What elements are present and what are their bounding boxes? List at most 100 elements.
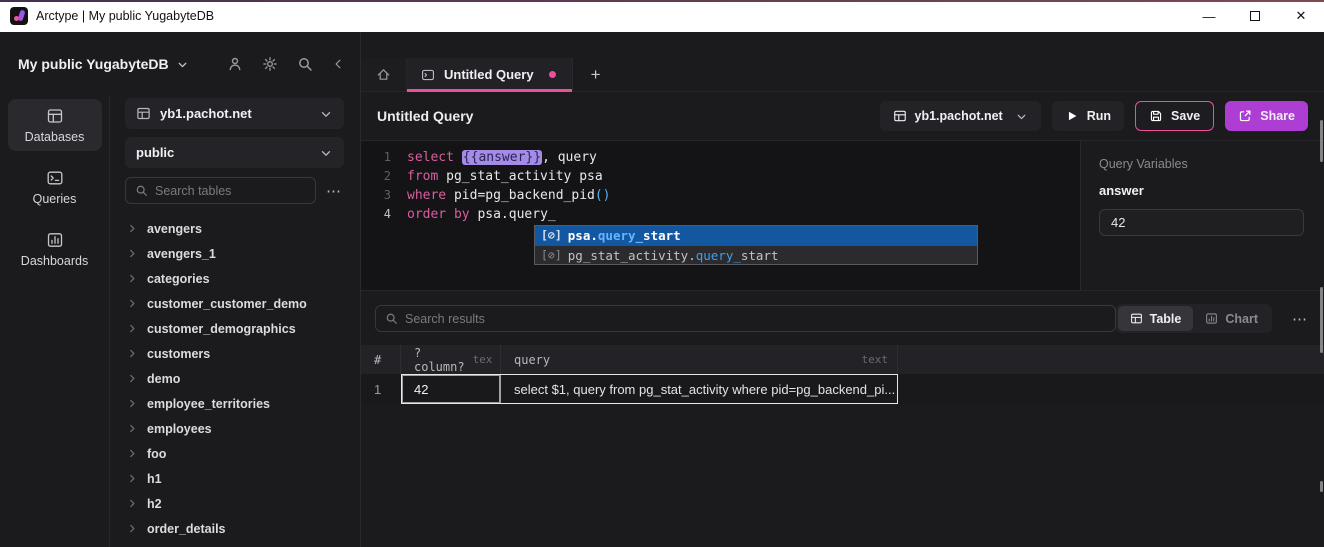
table-name: customer_demographics bbox=[147, 322, 296, 336]
view-chart-button[interactable]: Chart bbox=[1193, 306, 1270, 331]
table-list-item[interactable]: customers bbox=[125, 341, 344, 366]
query-connection-dropdown[interactable]: yb1.pachot.net bbox=[880, 101, 1041, 131]
tab-home[interactable] bbox=[361, 58, 407, 91]
table-list-item[interactable]: orders bbox=[125, 541, 344, 547]
code-line[interactable]: 2from pg_stat_activity psa bbox=[361, 167, 1080, 186]
code-line[interactable]: 1select {{answer}}, query bbox=[361, 148, 1080, 167]
column-header[interactable]: ?column?tex bbox=[401, 345, 501, 374]
table-list-item[interactable]: order_details bbox=[125, 516, 344, 541]
sidebar-item-queries[interactable]: Queries bbox=[8, 161, 102, 213]
table-list-item[interactable]: demo bbox=[125, 366, 344, 391]
code-segment: , query bbox=[542, 150, 597, 165]
run-button[interactable]: Run bbox=[1052, 101, 1124, 131]
code-segment: pg_stat_activity psa bbox=[446, 169, 603, 184]
search-icon bbox=[385, 312, 398, 325]
table-list-item[interactable]: customer_customer_demo bbox=[125, 291, 344, 316]
maximize-button[interactable] bbox=[1232, 0, 1278, 32]
table-name: customers bbox=[147, 347, 210, 361]
search-results-input[interactable] bbox=[405, 312, 1106, 326]
chevron-down-icon bbox=[176, 58, 189, 71]
settings-gear-icon[interactable] bbox=[262, 56, 278, 72]
table-list-item[interactable]: employees bbox=[125, 416, 344, 441]
view-label: Chart bbox=[1225, 312, 1258, 326]
window-title: Arctype | My public YugabyteDB bbox=[36, 9, 214, 23]
table-list-item[interactable]: h2 bbox=[125, 491, 344, 516]
collapse-sidebar-icon[interactable] bbox=[332, 56, 344, 72]
result-cell[interactable]: 42 bbox=[401, 374, 501, 404]
column-header[interactable]: # bbox=[361, 345, 401, 374]
workspace-selector[interactable]: My public YugabyteDB bbox=[18, 56, 189, 72]
search-results-box bbox=[375, 305, 1116, 332]
account-icon[interactable] bbox=[227, 56, 243, 72]
autocomplete-option[interactable]: [⊘]pg_stat_activity.query_start bbox=[535, 245, 977, 264]
table-list-item[interactable]: categories bbox=[125, 266, 344, 291]
view-table-button[interactable]: Table bbox=[1118, 306, 1194, 331]
search-icon[interactable] bbox=[297, 56, 313, 72]
connection-dropdown[interactable]: yb1.pachot.net bbox=[125, 98, 344, 129]
table-name: employee_territories bbox=[147, 397, 270, 411]
autocomplete-suffix: start bbox=[741, 246, 779, 265]
line-number: 4 bbox=[361, 205, 391, 224]
unsaved-dot-icon bbox=[549, 71, 556, 78]
schema-dropdown[interactable]: public bbox=[125, 137, 344, 168]
save-button[interactable]: Save bbox=[1135, 101, 1214, 131]
share-button[interactable]: Share bbox=[1225, 101, 1308, 131]
result-cell[interactable]: select $1, query from pg_stat_activity w… bbox=[501, 374, 898, 404]
table-icon bbox=[1130, 312, 1143, 325]
sidebar-item-dashboards[interactable]: Dashboards bbox=[8, 223, 102, 275]
chevron-right-icon bbox=[127, 473, 138, 484]
tab-untitled-query[interactable]: Untitled Query bbox=[407, 58, 573, 91]
search-tables-input[interactable] bbox=[155, 184, 306, 198]
variables-title: Query Variables bbox=[1099, 157, 1304, 171]
new-tab-button[interactable]: + bbox=[573, 58, 619, 91]
results-more-icon[interactable]: ⋯ bbox=[1282, 310, 1310, 328]
column-header[interactable]: querytext bbox=[501, 345, 898, 374]
column-name: # bbox=[374, 353, 381, 367]
query-connection-name: yb1.pachot.net bbox=[915, 109, 1003, 123]
queries-icon bbox=[46, 169, 64, 187]
accent-strip bbox=[0, 0, 1324, 2]
arctype-logo-icon bbox=[10, 7, 28, 25]
table-name: employees bbox=[147, 422, 212, 436]
chevron-right-icon bbox=[127, 423, 138, 434]
scrollbar-thumb[interactable] bbox=[1320, 481, 1323, 492]
close-button[interactable]: ✕ bbox=[1278, 0, 1324, 32]
table-icon bbox=[893, 109, 907, 123]
column-icon: [⊘] bbox=[541, 246, 562, 265]
query-title: Untitled Query bbox=[377, 108, 473, 124]
sidebar-item-databases[interactable]: Databases bbox=[8, 99, 102, 151]
line-number: 2 bbox=[361, 167, 391, 186]
table-name: demo bbox=[147, 372, 180, 386]
minimize-button[interactable]: — bbox=[1186, 0, 1232, 32]
scrollbar-thumb[interactable] bbox=[1320, 287, 1323, 353]
chevron-right-icon bbox=[127, 373, 138, 384]
sql-editor[interactable]: 1select {{answer}}, query2from pg_stat_a… bbox=[361, 141, 1080, 290]
tables-more-icon[interactable]: ⋯ bbox=[316, 182, 344, 200]
query-terminal-icon bbox=[421, 68, 435, 82]
autocomplete-match: query_ bbox=[696, 246, 741, 265]
share-icon bbox=[1238, 109, 1252, 123]
table-list-item[interactable]: avengers_1 bbox=[125, 241, 344, 266]
column-type: tex bbox=[465, 353, 493, 366]
autocomplete-suffix: start bbox=[643, 226, 681, 245]
table-list-item[interactable]: h1 bbox=[125, 466, 344, 491]
table-name: foo bbox=[147, 447, 166, 461]
table-list-item[interactable]: employee_territories bbox=[125, 391, 344, 416]
variable-value-input[interactable] bbox=[1099, 209, 1304, 236]
table-list-item[interactable]: foo bbox=[125, 441, 344, 466]
table-list-item[interactable]: avengers bbox=[125, 216, 344, 241]
table-list-item[interactable]: customer_demographics bbox=[125, 316, 344, 341]
schema-name: public bbox=[136, 145, 174, 160]
chevron-right-icon bbox=[127, 323, 138, 334]
row-index-cell[interactable]: 1 bbox=[361, 374, 401, 404]
home-icon bbox=[376, 67, 391, 82]
databases-icon bbox=[46, 107, 64, 125]
scrollbar-thumb[interactable] bbox=[1320, 120, 1323, 162]
chevron-down-icon bbox=[319, 107, 333, 121]
table-row: 142select $1, query from pg_stat_activit… bbox=[361, 374, 1324, 404]
search-icon bbox=[135, 184, 148, 197]
column-icon: [⊘] bbox=[541, 226, 562, 245]
code-line[interactable]: 4order by psa.query_ bbox=[361, 205, 1080, 224]
code-line[interactable]: 3where pid=pg_backend_pid() bbox=[361, 186, 1080, 205]
autocomplete-option[interactable]: [⊘]psa.query_start bbox=[535, 226, 977, 245]
